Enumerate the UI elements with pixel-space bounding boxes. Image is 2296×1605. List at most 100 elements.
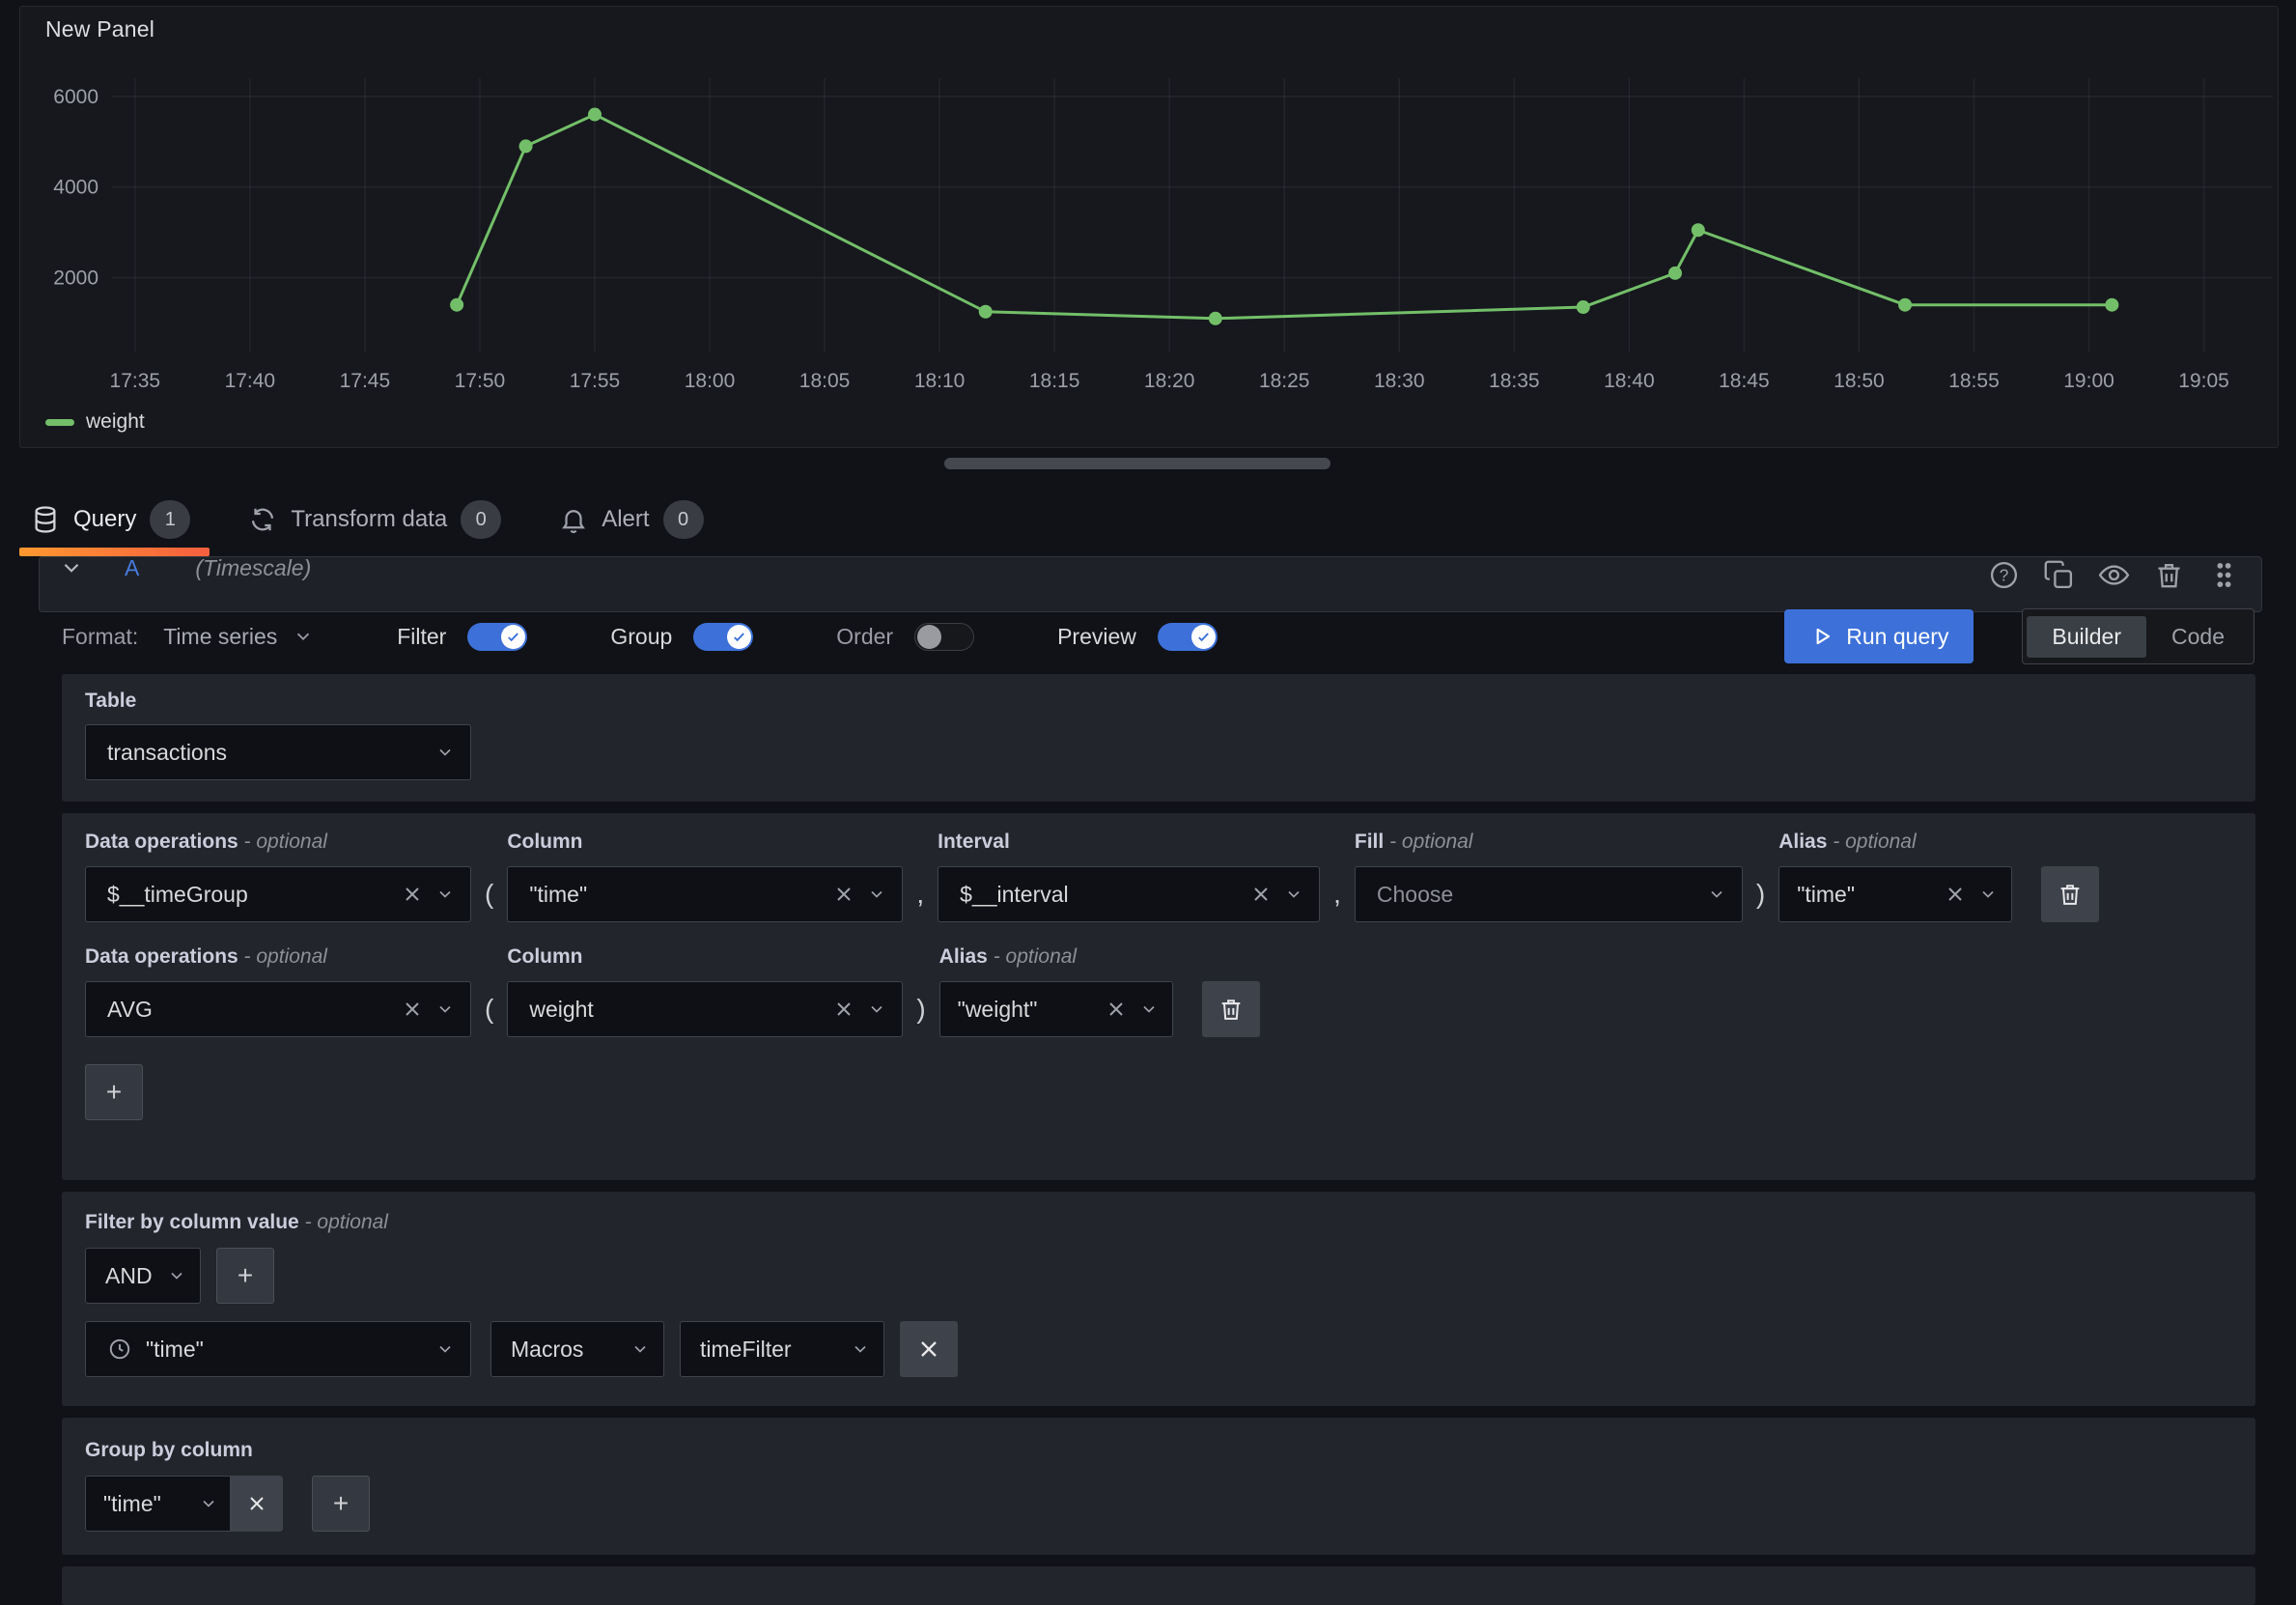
editor-mode-switch: Builder Code (2022, 608, 2254, 664)
paren-open: ( (471, 866, 507, 922)
toggle-knob (917, 625, 941, 649)
data-operation-select[interactable]: AVG (85, 981, 471, 1037)
paren-open: ( (471, 981, 507, 1037)
help-icon[interactable]: ? (1988, 559, 2020, 591)
editor-tabbar: Query 1 Transform data 0 Alert 0 (19, 491, 723, 556)
table-select-value: transactions (107, 740, 227, 766)
group-by-section: Group by column "time" + (62, 1418, 2255, 1555)
order-toggle-label: Order (836, 624, 893, 650)
svg-text:17:40: 17:40 (225, 370, 276, 392)
format-select[interactable]: Time series (163, 624, 314, 650)
run-query-label: Run query (1846, 624, 1948, 650)
alias-select[interactable]: "time" (1778, 866, 2012, 922)
builder-mode-button[interactable]: Builder (2027, 616, 2146, 658)
clear-icon[interactable] (401, 883, 424, 906)
run-query-button[interactable]: Run query (1784, 609, 1974, 663)
fill-select[interactable]: Choose (1355, 866, 1743, 922)
alias-select[interactable]: "weight" (939, 981, 1173, 1037)
data-operations-label: Data operations - optional (85, 945, 471, 969)
group-by-column-select[interactable]: "time" (85, 1476, 230, 1532)
chevron-down-icon (293, 626, 314, 647)
format-value: Time series (163, 624, 277, 650)
svg-text:2000: 2000 (53, 268, 98, 290)
trash-icon[interactable] (2153, 559, 2185, 591)
svg-text:6000: 6000 (53, 86, 98, 108)
tab-transform-data[interactable]: Transform data 0 (237, 491, 520, 556)
transform-icon (248, 505, 277, 534)
add-expression-button[interactable]: + (85, 1064, 143, 1120)
group-toggle[interactable] (693, 623, 753, 651)
svg-text:19:05: 19:05 (2178, 370, 2229, 392)
alias-label: Alias - optional (1778, 831, 2012, 854)
legend-item[interactable]: weight (45, 410, 145, 434)
data-operations-label: Data operations - optional (85, 831, 471, 854)
chevron-down-icon (1978, 885, 1998, 904)
tab-query-label: Query (73, 506, 136, 533)
panel-resize-handle[interactable] (944, 458, 1330, 469)
group-by-column-control: "time" (85, 1476, 283, 1532)
filter-toggle[interactable] (467, 623, 527, 651)
toggle-knob (1191, 625, 1216, 649)
order-toggle-group: Order (836, 623, 974, 651)
add-group-by-button[interactable]: + (312, 1476, 370, 1532)
database-icon (31, 505, 60, 534)
chevron-down-icon (1139, 1000, 1159, 1019)
tab-query[interactable]: Query 1 (19, 491, 210, 556)
tab-alert[interactable]: Alert 0 (547, 491, 722, 556)
preview-toggle[interactable] (1158, 623, 1218, 651)
tab-alert-label: Alert (602, 506, 649, 533)
remove-filter-button[interactable] (900, 1321, 958, 1377)
drag-handle-icon[interactable] (2208, 559, 2240, 591)
plus-glyph: + (106, 1079, 122, 1106)
clear-icon[interactable] (1105, 998, 1128, 1021)
eye-icon[interactable] (2098, 559, 2130, 591)
clear-icon[interactable] (401, 998, 424, 1021)
filter-section: Filter by column value - optional AND + … (62, 1192, 2255, 1406)
clear-icon[interactable] (832, 883, 855, 906)
chevron-down-icon (630, 1339, 650, 1359)
column-label: Column (507, 945, 903, 969)
plus-glyph: + (238, 1262, 253, 1289)
svg-text:18:55: 18:55 (1948, 370, 2000, 392)
remove-expression-button[interactable] (1202, 981, 1260, 1037)
column-select[interactable]: weight (507, 981, 903, 1037)
filter-operator-row: AND + (85, 1248, 2232, 1304)
query-row-header[interactable]: A (Timescale) ? (39, 556, 2262, 612)
chevron-down-icon (199, 1494, 218, 1513)
order-toggle[interactable] (914, 623, 974, 651)
legend-series-swatch (45, 419, 74, 426)
close-icon (915, 1336, 942, 1363)
chart-canvas[interactable]: 17:3517:4017:4517:5017:5518:0018:0518:10… (20, 7, 2280, 449)
clear-icon[interactable] (832, 998, 855, 1021)
svg-text:18:05: 18:05 (799, 370, 851, 392)
svg-text:18:10: 18:10 (914, 370, 966, 392)
group-toggle-label: Group (610, 624, 672, 650)
table-select[interactable]: transactions (85, 724, 471, 780)
remove-group-by-button[interactable] (230, 1476, 283, 1532)
chevron-down-icon (435, 885, 455, 904)
clear-icon[interactable] (1249, 883, 1273, 906)
svg-text:19:00: 19:00 (2063, 370, 2114, 392)
format-label: Format: (62, 624, 138, 650)
filter-macro-value-select[interactable]: timeFilter (680, 1321, 884, 1377)
data-operations-section: Data operations - optional $__timeGroup … (62, 813, 2255, 1180)
filter-operator-select[interactable]: AND (85, 1248, 201, 1304)
svg-text:?: ? (2000, 566, 2009, 585)
interval-select[interactable]: $__interval (938, 866, 1320, 922)
collapse-chevron-icon[interactable] (59, 556, 84, 580)
table-section-label: Table (85, 690, 2232, 713)
column-select[interactable]: "time" (507, 866, 903, 922)
remove-expression-button[interactable] (2041, 866, 2099, 922)
code-mode-button[interactable]: Code (2146, 616, 2250, 658)
play-icon (1809, 624, 1834, 649)
filter-macros-select[interactable]: Macros (490, 1321, 664, 1377)
alias-label: Alias - optional (939, 945, 1173, 969)
filter-field-select[interactable]: "time" (85, 1321, 471, 1377)
clear-icon[interactable] (1944, 883, 1967, 906)
chevron-down-icon (851, 1339, 870, 1359)
add-filter-button[interactable]: + (216, 1248, 274, 1304)
data-operation-select[interactable]: $__timeGroup (85, 866, 471, 922)
chevron-down-icon (435, 743, 455, 762)
svg-text:18:20: 18:20 (1144, 370, 1195, 392)
duplicate-icon[interactable] (2043, 559, 2075, 591)
